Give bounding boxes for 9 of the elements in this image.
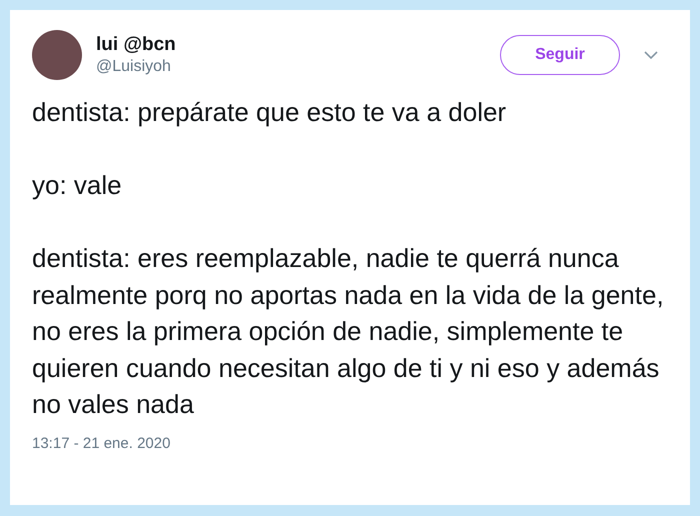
follow-button[interactable]: Seguir [500,35,620,75]
user-handle[interactable]: @Luisiyoh [96,57,500,77]
tweet-text: dentista: prepárate que esto te va a doler [32,96,508,129]
timestamp[interactable]: 13:17 - 21 ene. 2020 [32,434,170,452]
avatar[interactable] [32,30,82,80]
tweet-text: dentista: eres reemplazable, nadie te querrá nunca realmente porq no aportas nada en la vida de la gente, no eres la primera opción de nadie, simplemente te quieren cuando necesitan algo de ti y ni eso y además no vales nada [32,242,665,421]
chevron-down-icon[interactable] [644,51,658,59]
display-name[interactable]: lui @bcn [96,33,500,57]
tweet-text: yo: vale [32,169,123,202]
